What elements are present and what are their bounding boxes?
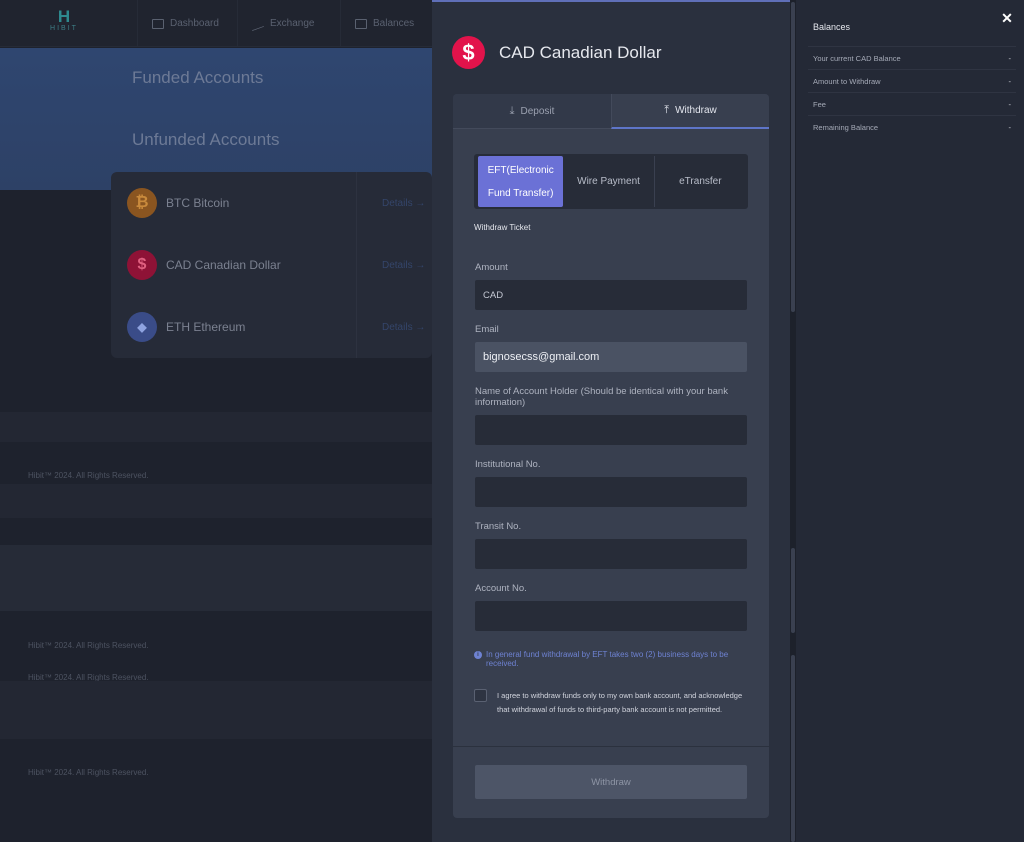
upload-icon: ⤒ <box>664 104 670 116</box>
account-row-eth[interactable]: ◆ ETH Ethereum Details → <box>111 296 432 358</box>
footer-band <box>0 484 432 518</box>
tab-withdraw[interactable]: ⤒ Withdraw <box>611 94 769 129</box>
transit-number-label: Transit No. <box>475 521 522 532</box>
unfunded-accounts-heading: Unfunded Accounts <box>132 130 280 149</box>
balance-row-remaining: Remaining Balance - <box>808 115 1016 138</box>
method-eft-label-line1: EFT(Electronic <box>487 164 554 176</box>
account-name: CAD Canadian Dollar <box>166 258 281 272</box>
withdraw-button-label: Withdraw <box>591 776 631 788</box>
footer-copyright: Hibit™ 2024. All Rights Reserved. <box>28 768 149 777</box>
balances-panel: Balances ✕ Your current CAD Balance - Am… <box>796 0 1024 842</box>
footer-copyright: Hibit™ 2024. All Rights Reserved. <box>28 471 149 480</box>
footer-copyright: Hibit™ 2024. All Rights Reserved. <box>28 641 149 650</box>
nav-exchange[interactable]: Exchange <box>237 0 328 47</box>
account-holder-label: Name of Account Holder (Should be identi… <box>475 386 728 408</box>
nav-dashboard-label: Dashboard <box>170 18 219 29</box>
details-link[interactable]: Details → <box>382 260 425 271</box>
card-divider <box>453 746 769 747</box>
method-etransfer[interactable]: eTransfer <box>655 156 746 207</box>
withdraw-modal: $ CAD Canadian Dollar ⤓ Deposit ⤒ Withdr… <box>432 0 790 842</box>
agreement-checkbox[interactable] <box>474 689 487 702</box>
balance-row-value: - <box>1008 99 1012 109</box>
footer-band <box>0 545 432 611</box>
balance-row-label: Your current CAD Balance <box>813 53 901 63</box>
method-etransfer-label: eTransfer <box>679 176 722 187</box>
logo-word: HIBIT <box>50 25 78 32</box>
eth-coin-icon: ◆ <box>127 312 157 342</box>
nav-balances[interactable]: Balances <box>340 0 428 47</box>
balance-row-value: - <box>1008 76 1012 86</box>
balance-row-label: Amount to Withdraw <box>813 76 881 86</box>
balances-title: Balances <box>813 22 851 32</box>
details-link[interactable]: Details → <box>382 322 425 333</box>
balance-row-current: Your current CAD Balance - <box>808 46 1016 69</box>
transfer-card: ⤓ Deposit ⤒ Withdraw EFT(Electronic Fund… <box>453 94 769 818</box>
account-number-label: Account No. <box>475 583 527 594</box>
nav-balances-label: Balances <box>373 18 415 29</box>
dashboard-icon <box>152 18 164 29</box>
account-row-cad[interactable]: $ CAD Canadian Dollar Details → <box>111 234 432 296</box>
transfer-tabs: ⤓ Deposit ⤒ Withdraw <box>453 94 769 129</box>
account-row-btc[interactable]: ₿ BTC Bitcoin Details → <box>111 172 432 234</box>
balance-row-amount: Amount to Withdraw - <box>808 69 1016 92</box>
email-label: Email <box>475 324 499 335</box>
withdraw-ticket-heading: Withdraw Ticket <box>474 223 531 232</box>
eft-info-note: i In general fund withdrawal by EFT take… <box>474 650 749 668</box>
tab-withdraw-label: Withdraw <box>675 105 717 116</box>
account-holder-input[interactable] <box>475 415 747 445</box>
footer-band <box>0 681 432 739</box>
tab-deposit-label: Deposit <box>520 105 555 117</box>
withdraw-method-selector: EFT(Electronic Fund Transfer) Wire Payme… <box>474 154 748 209</box>
balance-row-value: - <box>1008 53 1012 63</box>
close-icon[interactable]: ✕ <box>1000 11 1014 25</box>
scrollbar-thumb[interactable] <box>791 548 795 633</box>
agreement-text: I agree to withdraw funds only to my own… <box>497 691 743 714</box>
chart-icon <box>252 16 264 31</box>
bank-icon <box>355 18 367 29</box>
account-name: ETH Ethereum <box>166 320 246 334</box>
btc-coin-icon: ₿ <box>127 188 157 218</box>
amount-label: Amount <box>475 262 508 273</box>
balance-row-value: - <box>1008 122 1012 132</box>
method-eft-label-line2: Fund Transfer) <box>487 187 554 199</box>
nav-exchange-label: Exchange <box>270 18 315 29</box>
dollar-icon: $ <box>452 36 485 69</box>
account-name: BTC Bitcoin <box>166 196 230 210</box>
top-navigation: H HIBIT Dashboard Exchange Balances <box>0 0 432 47</box>
balance-row-label: Remaining Balance <box>813 122 879 132</box>
method-wire-payment[interactable]: Wire Payment <box>563 156 655 207</box>
transit-number-input[interactable] <box>475 539 747 569</box>
info-icon: i <box>474 651 482 659</box>
nav-dashboard[interactable]: Dashboard <box>137 0 233 47</box>
modal-title: CAD Canadian Dollar <box>499 42 662 62</box>
eft-info-text: In general fund withdrawal by EFT takes … <box>486 650 729 668</box>
scrollbar-thumb[interactable] <box>791 655 795 842</box>
amount-input[interactable]: CAD <box>475 280 747 310</box>
cad-coin-icon: $ <box>127 250 157 280</box>
download-icon: ⤓ <box>509 104 515 117</box>
account-number-input[interactable] <box>475 601 747 631</box>
method-eft[interactable]: EFT(Electronic Fund Transfer) <box>478 156 564 207</box>
tab-deposit[interactable]: ⤓ Deposit <box>453 94 611 129</box>
agreement-row: I agree to withdraw funds only to my own… <box>474 689 750 716</box>
amount-placeholder: CAD <box>483 289 504 301</box>
email-input[interactable]: bignosecss@gmail.com <box>475 342 747 372</box>
email-value: bignosecss@gmail.com <box>483 351 600 363</box>
withdraw-button[interactable]: Withdraw <box>475 765 747 799</box>
scrollbar-thumb[interactable] <box>791 2 795 312</box>
balance-row-fee: Fee - <box>808 92 1016 115</box>
accounts-hero: Funded Accounts Unfunded Accounts <box>0 48 432 190</box>
logo-mark: H <box>57 7 71 26</box>
institution-number-input[interactable] <box>475 477 747 507</box>
balance-row-label: Fee <box>813 99 826 109</box>
institution-number-label: Institutional No. <box>475 459 541 470</box>
modal-header: $ CAD Canadian Dollar <box>452 36 662 69</box>
unfunded-accounts-list: ₿ BTC Bitcoin Details → $ CAD Canadian D… <box>111 172 432 358</box>
footer-band <box>0 412 432 442</box>
hibit-logo[interactable]: H HIBIT <box>48 7 80 32</box>
funded-accounts-heading: Funded Accounts <box>132 68 264 87</box>
footer-copyright: Hibit™ 2024. All Rights Reserved. <box>28 673 149 681</box>
method-wire-label: Wire Payment <box>577 176 640 187</box>
details-link[interactable]: Details → <box>382 198 425 209</box>
